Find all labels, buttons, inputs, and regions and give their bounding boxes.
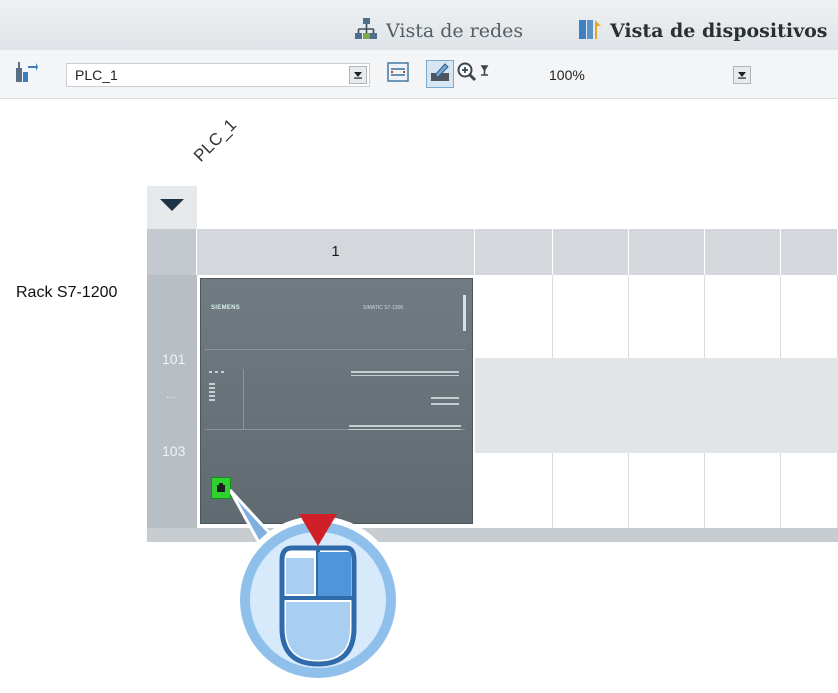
ethernet-port-icon bbox=[217, 483, 225, 492]
tab-network-view[interactable]: Vista de redes bbox=[354, 17, 524, 46]
zoom-in-icon bbox=[456, 61, 492, 88]
network-icon bbox=[354, 17, 378, 46]
rack-column-header bbox=[475, 229, 553, 275]
rack-column-header bbox=[781, 229, 838, 275]
rack-column-header bbox=[629, 229, 705, 275]
zoom-dropdown-button[interactable] bbox=[733, 66, 751, 84]
device-select-dropdown-button[interactable] bbox=[349, 66, 367, 84]
column-header-label: 1 bbox=[331, 243, 340, 260]
zoom-button[interactable] bbox=[454, 60, 494, 88]
device-name-label: PLC_1 bbox=[190, 115, 241, 166]
tab-network-view-label: Vista de redes bbox=[386, 20, 524, 42]
device-overview-icon bbox=[14, 60, 38, 89]
rack-column-header bbox=[553, 229, 629, 275]
device-overview-button[interactable] bbox=[12, 60, 40, 88]
slot-separator: ... bbox=[166, 387, 177, 401]
chevron-down-icon bbox=[737, 66, 747, 84]
device-select-value: PLC_1 bbox=[75, 67, 118, 83]
slot-end-label: 103 bbox=[162, 443, 186, 459]
rack-label: Rack S7-1200 bbox=[16, 284, 118, 301]
zoom-select[interactable]: 100% bbox=[540, 63, 754, 87]
device-select[interactable]: PLC_1 bbox=[66, 63, 370, 87]
rack-icon bbox=[386, 60, 410, 89]
triangle-down-icon bbox=[159, 198, 185, 217]
slot-start-label: 101 bbox=[162, 351, 186, 367]
mouse-right-click-callout bbox=[230, 488, 402, 684]
show-rack-button[interactable] bbox=[384, 60, 412, 88]
slot-range-band bbox=[475, 358, 838, 453]
tab-device-view-label: Vista de dispositivos bbox=[610, 20, 828, 42]
zoom-value: 100% bbox=[549, 67, 585, 83]
device-view-icon bbox=[578, 17, 602, 46]
rack-column-header bbox=[705, 229, 781, 275]
slot-number-column bbox=[147, 229, 197, 542]
show-module-labels-button[interactable] bbox=[426, 60, 454, 88]
rack-column-header-1: 1 bbox=[197, 229, 475, 275]
chevron-down-icon bbox=[353, 66, 363, 84]
slot-number-header bbox=[147, 229, 197, 275]
collapse-rack-button[interactable] bbox=[147, 186, 197, 229]
tab-device-view[interactable]: Vista de dispositivos bbox=[578, 18, 828, 44]
profinet-interface-port[interactable] bbox=[211, 477, 231, 499]
label-pen-icon bbox=[429, 61, 451, 88]
